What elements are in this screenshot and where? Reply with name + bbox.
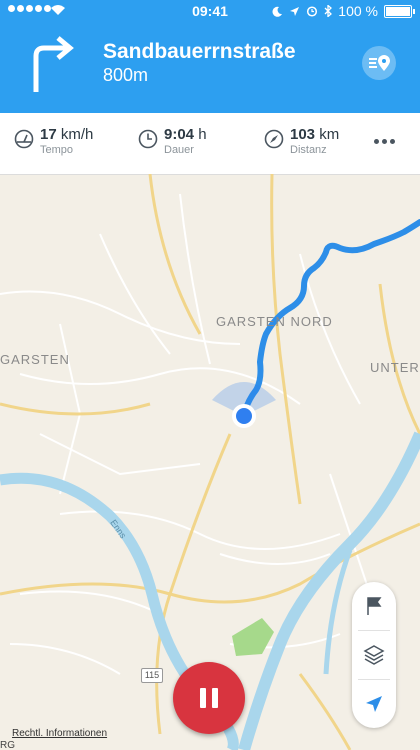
compass-icon xyxy=(264,129,284,149)
map-view[interactable]: GARSTEN GARSTEN NORD UNTERH Enns 115 Rec… xyxy=(0,174,420,750)
locate-me-button[interactable] xyxy=(352,680,396,728)
bluetooth-icon xyxy=(324,5,333,17)
distance-label: Distanz xyxy=(290,144,327,156)
pause-button[interactable] xyxy=(173,662,245,734)
layers-icon xyxy=(363,645,385,665)
moon-icon xyxy=(272,6,283,17)
more-options-button[interactable] xyxy=(374,139,395,144)
road-number-badge: 115 xyxy=(141,668,163,683)
clock-icon xyxy=(138,129,158,149)
speed-label: Tempo xyxy=(40,144,74,156)
flag-icon xyxy=(367,597,382,615)
battery-percentage: 100 % xyxy=(338,3,378,19)
stat-speed: 17 km/h Tempo xyxy=(14,126,93,156)
location-services-icon xyxy=(290,6,300,16)
navigation-header: Sandbauerrnstraße 800m xyxy=(0,22,420,113)
distance-value: 103 xyxy=(290,126,316,143)
flag-button[interactable] xyxy=(352,582,396,630)
duration-label: Dauer xyxy=(164,144,194,156)
layers-button[interactable] xyxy=(352,631,396,679)
route-overview-button[interactable] xyxy=(362,46,396,80)
speed-unit: km/h xyxy=(60,126,94,143)
turn-right-arrow-icon xyxy=(33,36,74,92)
duration-value: 9:04 xyxy=(164,126,195,143)
place-label-garsten: GARSTEN xyxy=(0,352,70,367)
distance-to-turn: 800m xyxy=(103,65,149,85)
pause-icon xyxy=(200,688,206,708)
place-label-garsten-nord: GARSTEN NORD xyxy=(216,314,333,329)
location-arrow-icon xyxy=(366,696,382,712)
stat-duration: 9:04 h Dauer xyxy=(138,126,207,156)
alarm-icon xyxy=(307,6,318,17)
legal-information-link[interactable]: Rechtl. Informationen xyxy=(12,728,107,739)
next-street-name: Sandbauerrnstraße xyxy=(103,40,296,63)
distance-unit: km xyxy=(319,126,340,143)
duration-unit: h xyxy=(198,126,207,143)
speedometer-icon xyxy=(14,129,34,149)
speed-value: 17 xyxy=(40,126,57,143)
place-label-unterh: UNTERH xyxy=(370,360,420,375)
battery-icon xyxy=(384,4,415,18)
map-corner-text: RG xyxy=(0,740,15,750)
stat-distance: 103 km Distanz xyxy=(264,126,339,156)
status-bar: 09:41 100 % xyxy=(0,0,420,22)
map-controls xyxy=(352,582,396,728)
route-list-pin-icon xyxy=(369,55,390,71)
ride-stats-bar: 17 km/h Tempo 9:04 h Dauer 103 km Distan… xyxy=(0,113,420,175)
